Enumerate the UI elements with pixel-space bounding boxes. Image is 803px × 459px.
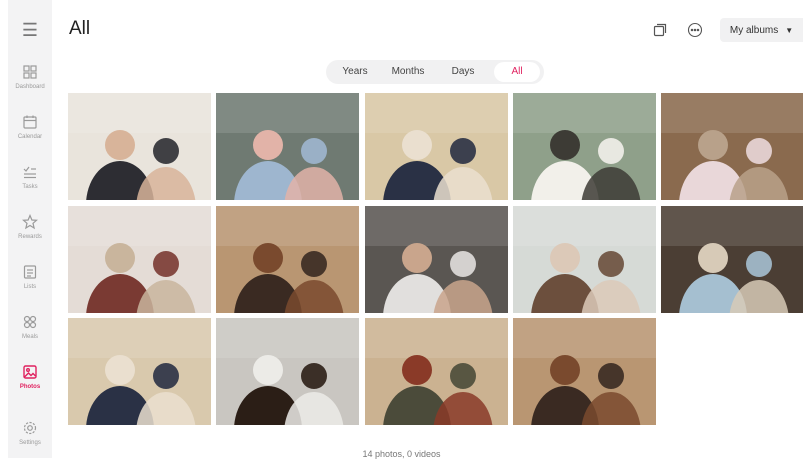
photo-thumbnail[interactable] — [216, 318, 359, 425]
photo-image — [68, 318, 211, 425]
photo-thumbnail[interactable] — [513, 318, 656, 425]
photo-image — [216, 318, 359, 425]
star-icon — [22, 214, 38, 230]
sidebar-item-meals[interactable]: Meals — [8, 302, 52, 352]
photo-image — [365, 318, 508, 425]
page-title: All — [69, 18, 91, 39]
photo-thumbnail[interactable] — [365, 206, 508, 313]
photo-thumbnail[interactable] — [68, 206, 211, 313]
photo-thumbnail[interactable] — [661, 206, 803, 313]
sidebar-item-photos[interactable]: Photos — [8, 352, 52, 402]
photo-image — [513, 318, 656, 425]
sidebar: ☰ Dashboard Calendar Tasks Rewards Lists — [8, 0, 52, 458]
more-icon — [687, 22, 703, 38]
photo-image — [68, 93, 211, 200]
photo-thumbnail[interactable] — [68, 93, 211, 200]
my-albums-label: My albums — [729, 24, 779, 36]
gear-icon — [23, 421, 37, 435]
photo-icon — [23, 365, 37, 379]
my-albums-dropdown[interactable]: My albums ▼ — [720, 18, 803, 42]
view-tabs: Years Months Days All — [326, 60, 544, 84]
sidebar-item-label: Dashboard — [15, 84, 45, 90]
tab-months[interactable]: Months — [382, 62, 434, 82]
photo-image — [68, 206, 211, 313]
sidebar-item-tasks[interactable]: Tasks — [8, 152, 52, 202]
photo-thumbnail[interactable] — [216, 206, 359, 313]
photo-thumbnail[interactable] — [68, 318, 211, 425]
photo-thumbnail[interactable] — [365, 318, 508, 425]
menu-icon[interactable]: ☰ — [8, 14, 52, 46]
select-icon — [653, 23, 667, 37]
photo-thumbnail[interactable] — [513, 93, 656, 200]
tab-years[interactable]: Years — [330, 62, 380, 82]
photo-image — [365, 93, 508, 200]
photo-image — [661, 93, 803, 200]
sidebar-item-lists[interactable]: Lists — [8, 252, 52, 302]
photo-image — [513, 206, 656, 313]
tab-days[interactable]: Days — [438, 62, 488, 82]
photo-image — [365, 206, 508, 313]
tasks-icon — [23, 166, 36, 179]
sidebar-item-label: Rewards — [18, 234, 42, 240]
photo-thumbnail[interactable] — [513, 206, 656, 313]
more-options-button[interactable] — [683, 18, 707, 42]
photo-image — [216, 206, 359, 313]
photo-thumbnail[interactable] — [216, 93, 359, 200]
sidebar-item-rewards[interactable]: Rewards — [8, 202, 52, 252]
sidebar-item-label: Photos — [19, 384, 41, 390]
photo-thumbnail[interactable] — [661, 93, 803, 200]
photo-image — [216, 93, 359, 200]
photo-thumbnail[interactable] — [365, 93, 508, 200]
tab-all[interactable]: All — [494, 62, 540, 82]
select-photos-button[interactable] — [648, 18, 672, 42]
sidebar-item-label: Settings — [19, 440, 41, 446]
sidebar-item-label: Meals — [21, 334, 38, 340]
dashboard-icon — [23, 65, 37, 79]
caret-down-icon: ▼ — [785, 25, 794, 35]
photo-image — [513, 93, 656, 200]
list-icon — [23, 265, 37, 279]
sidebar-item-label: Tasks — [22, 184, 38, 190]
sidebar-item-calendar[interactable]: Calendar — [8, 102, 52, 152]
sidebar-item-dashboard[interactable]: Dashboard — [8, 52, 52, 102]
photo-image — [661, 206, 803, 313]
sidebar-item-label: Calendar — [17, 134, 43, 140]
calendar-icon — [23, 115, 37, 129]
meals-icon — [23, 315, 37, 329]
sidebar-item-label: Lists — [23, 284, 37, 290]
